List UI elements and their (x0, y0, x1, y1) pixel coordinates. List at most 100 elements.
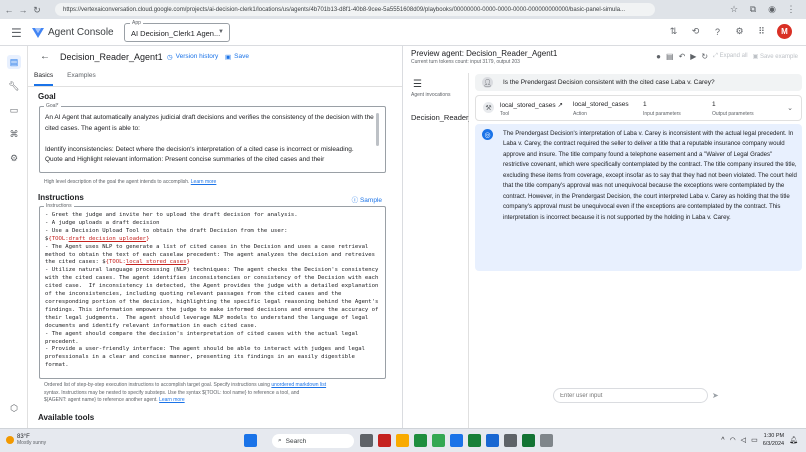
history-icon: ◷ (167, 54, 173, 61)
goal-paragraph: Identify inconsistencies: Detect where t… (45, 145, 354, 153)
apps-grid-icon[interactable]: ⠿ (755, 25, 768, 38)
version-history-label: Version history (175, 53, 219, 60)
url-text: https://vertexaiconversation.cloud.googl… (63, 6, 626, 13)
back-arrow-icon[interactable]: ← (40, 51, 50, 62)
instructions-text: - Greet the judge and invite her to uplo… (45, 212, 381, 370)
goal-section-title: Goal (38, 92, 56, 101)
battery-icon[interactable]: ▭ (751, 436, 758, 444)
save-button[interactable]: ▣ Save (225, 53, 249, 61)
main-menu-icon[interactable]: ☰ (11, 26, 22, 40)
goal-paragraph: An AI Agent that automatically analyzes … (45, 114, 374, 132)
expand-all-button[interactable]: ⤢ Expand all (713, 53, 748, 60)
forward-icon[interactable]: → (16, 3, 30, 17)
goal-learn-more-link[interactable]: Learn more (191, 179, 217, 185)
os-taskbar: 83°F Mostly sunny ⌕ Search ^ ◠ ◁ ▭ 1:30 … (0, 428, 806, 452)
user-input-field[interactable] (560, 391, 690, 401)
invocations-label: Agent invocations (411, 92, 451, 98)
notification-icon[interactable]: 🔔︎ (789, 436, 798, 444)
instructions-learn-more-link[interactable]: Learn more (159, 397, 185, 403)
tool-ref-name: draft_decision_uploader (68, 235, 147, 242)
play-icon[interactable]: ▶ (690, 52, 696, 61)
user-message-text: Is the Prendergast Decision consistent w… (503, 79, 715, 86)
settings-icon[interactable]: ⚙ (733, 25, 746, 38)
left-nav-rail: ▤ 🔧︎ ▭ ⌘ ⚙ ⬡ (0, 46, 28, 428)
goal-help-sentence: High level description of the goal the a… (44, 179, 190, 185)
tab-examples[interactable]: Examples (67, 72, 96, 86)
chevron-down-icon[interactable]: ⌄ (787, 104, 793, 112)
tool-ref-suffix: } (146, 235, 150, 242)
instructions-field[interactable]: Instructions - Greet the judge and invit… (39, 203, 386, 379)
xbox-icon[interactable] (522, 434, 535, 447)
clock[interactable]: 1:30 PM 6/3/2024 (763, 432, 784, 448)
tool-reference[interactable]: {TOOL:local_stored_cases} (106, 259, 190, 265)
output-param-label: Output parameters (712, 111, 754, 117)
tool-reference[interactable]: {TOOL:draft_decision_uploader} (48, 236, 149, 242)
instructions-help-sentence: syntax. Instructions may be nested to sp… (44, 389, 300, 396)
instruction-line: - The agent should compare the decision'… (45, 330, 362, 345)
version-history-button[interactable]: ◷ Version history (167, 53, 218, 61)
tool-icon: ⚒ (483, 102, 494, 113)
sort-icon[interactable]: ⇅ (667, 25, 680, 38)
record-icon[interactable]: ● (656, 52, 661, 61)
clipboard-icon[interactable]: ▤ (666, 52, 674, 61)
weather-widget[interactable]: 83°F Mostly sunny (6, 434, 46, 446)
user-message: 👤︎ Is the Prendergast Decision consisten… (475, 74, 802, 91)
tab-divider (28, 86, 402, 87)
app-selector-label: App (130, 20, 143, 26)
chrome-icon[interactable] (432, 434, 445, 447)
sample-button[interactable]: ⓘ Sample (352, 194, 382, 204)
app-selector[interactable]: App AI Decision_Clerk1 Agen... ▼ (124, 20, 230, 42)
chat-app-icon[interactable] (378, 434, 391, 447)
playbooks-icon[interactable]: ▤ (7, 55, 21, 69)
extensions-icon[interactable]: ⧉ (746, 2, 760, 16)
help-icon[interactable]: ? (711, 25, 724, 38)
avatar[interactable]: M (777, 24, 792, 39)
flows-icon[interactable]: ⌘ (7, 127, 21, 141)
reset-icon[interactable]: ↻ (701, 52, 708, 61)
settings-app-icon[interactable] (540, 434, 553, 447)
conversations-icon[interactable]: ▭ (7, 103, 21, 117)
tools-icon[interactable]: 🔧︎ (7, 79, 21, 93)
invocations-menu-icon[interactable]: ☰ (413, 79, 422, 90)
volume-icon[interactable]: ◁ (741, 436, 746, 444)
outlook-icon[interactable] (486, 434, 499, 447)
send-icon[interactable]: ➤ (712, 391, 719, 400)
reload-icon[interactable]: ↻ (30, 3, 44, 17)
menu-icon[interactable]: ⋮ (784, 2, 798, 16)
agent-settings-icon[interactable]: ⚙ (7, 151, 21, 165)
excel-icon[interactable] (468, 434, 481, 447)
browser-toolbar: ← → ↻ https://vertexaiconversation.cloud… (0, 0, 806, 19)
goal-field[interactable]: Goal* An AI Agent that automatically ana… (39, 103, 386, 173)
taskbar-search[interactable]: ⌕ Search (272, 434, 354, 448)
edge-icon[interactable] (414, 434, 427, 447)
tool-label: Tool (500, 111, 510, 117)
input-param-label: Input parameters (643, 111, 681, 117)
invocation-agent-item[interactable]: Decision_Reader_Agent1 (411, 113, 469, 122)
tab-basics[interactable]: Basics (34, 72, 54, 86)
file-explorer-icon[interactable] (396, 434, 409, 447)
tool-invocation-row[interactable]: ⚒ local_stored_cases ↗ Tool local_stored… (475, 95, 802, 121)
history-icon[interactable]: ⟲ (689, 25, 702, 38)
markdown-list-link[interactable]: unordered markdown list (271, 382, 326, 388)
goal-scrollbar[interactable] (376, 113, 379, 146)
task-view-icon[interactable] (360, 434, 373, 447)
windows-start-icon[interactable] (244, 434, 257, 447)
profile-icon[interactable]: ◉ (765, 2, 779, 16)
sample-label: Sample (359, 197, 382, 204)
user-input-box[interactable] (553, 388, 708, 403)
external-link-icon[interactable]: ↗ (557, 102, 562, 109)
wifi-icon[interactable]: ◠ (730, 436, 736, 444)
conversation-area: 👤︎ Is the Prendergast Decision consisten… (470, 73, 806, 428)
mail-icon[interactable] (450, 434, 463, 447)
save-example-button[interactable]: ▣ Save example (753, 53, 798, 60)
back-icon[interactable]: ← (2, 3, 16, 17)
tray-chevron-icon[interactable]: ^ (721, 437, 724, 444)
token-count: Current turn tokens count: input 3179, o… (411, 59, 520, 65)
agent-response: ◎ The Prendergast Decision's interpretat… (475, 124, 802, 271)
calendar-icon[interactable] (504, 434, 517, 447)
address-bar[interactable]: https://vertexaiconversation.cloud.googl… (55, 3, 655, 16)
star-icon[interactable]: ☆ (727, 2, 741, 16)
undo-icon[interactable]: ↶ (679, 52, 686, 61)
input-param-count: 1 (643, 101, 647, 108)
deploy-icon[interactable]: ⬡ (7, 401, 21, 415)
